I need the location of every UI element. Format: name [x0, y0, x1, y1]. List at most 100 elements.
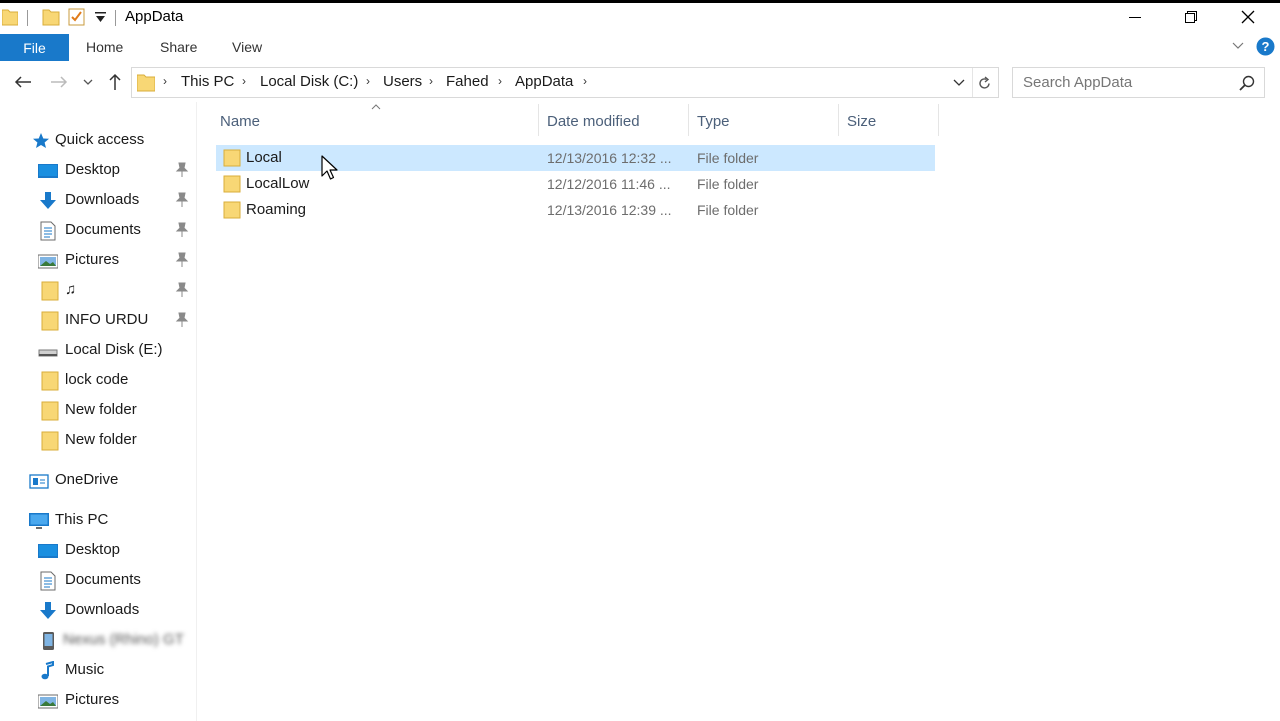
- address-dropdown-icon[interactable]: [953, 79, 965, 87]
- tab-share[interactable]: Share: [160, 39, 197, 55]
- separator: [27, 10, 28, 26]
- sidebar-item-quick-access[interactable]: Quick access: [0, 125, 196, 155]
- sidebar-item-label: Downloads: [65, 601, 140, 618]
- column-header-date-modified[interactable]: Date modified: [547, 113, 640, 130]
- pin-icon[interactable]: [175, 252, 189, 268]
- column-header-size[interactable]: Size: [847, 113, 876, 130]
- customize-toolbar-icon[interactable]: [95, 12, 106, 24]
- breadcrumb-appdata[interactable]: AppData: [515, 73, 573, 90]
- sidebar-item-label: Documents: [65, 221, 141, 238]
- breadcrumb-separator[interactable]: ›: [429, 74, 433, 88]
- folder-icon: [137, 74, 155, 92]
- star-icon: [33, 133, 49, 148]
- file-date-modified: 12/12/2016 11:46 ...: [547, 176, 671, 192]
- file-date-modified: 12/13/2016 12:32 ...: [547, 150, 672, 166]
- documents-icon: [40, 571, 56, 591]
- tab-view[interactable]: View: [232, 39, 262, 55]
- sidebar-item-label: ♫: [65, 281, 77, 298]
- sidebar-item-pc-downloads[interactable]: Downloads: [0, 595, 196, 625]
- help-icon[interactable]: ?: [1256, 37, 1275, 56]
- downloads-icon: [40, 192, 56, 209]
- column-divider[interactable]: [688, 104, 689, 136]
- sidebar-item-pc-documents[interactable]: Documents: [0, 565, 196, 595]
- file-row-roaming[interactable]: Roaming 12/13/2016 12:39 ... File folder: [216, 197, 935, 223]
- sidebar-item-info-urdu[interactable]: INFO URDU: [0, 305, 196, 335]
- file-type: File folder: [697, 150, 759, 166]
- title-bar: [0, 0, 1280, 34]
- window-title: AppData: [125, 8, 184, 25]
- column-header-name[interactable]: Name: [220, 113, 260, 130]
- sidebar-item-pc-desktop[interactable]: Desktop: [0, 535, 196, 565]
- sidebar-item-local-disk-e[interactable]: Local Disk (E:): [0, 335, 196, 365]
- breadcrumb-fahed[interactable]: Fahed: [446, 73, 489, 90]
- sidebar-item-pc-pictures[interactable]: Pictures: [0, 685, 196, 715]
- back-button[interactable]: [12, 71, 34, 93]
- breadcrumb-separator[interactable]: ›: [242, 74, 246, 88]
- music-icon: [41, 661, 54, 680]
- sidebar-item-desktop[interactable]: Desktop: [0, 155, 196, 185]
- refresh-icon[interactable]: [977, 76, 992, 91]
- file-name: Local: [246, 149, 282, 166]
- downloads-icon: [40, 602, 56, 619]
- sidebar-item-phone-device[interactable]: Nexus (Rhino) GT: [0, 625, 196, 655]
- pin-icon[interactable]: [175, 312, 189, 328]
- folder-icon: [41, 371, 59, 391]
- sidebar-item-label: Desktop: [65, 541, 121, 558]
- close-button[interactable]: [1219, 3, 1277, 31]
- pin-icon[interactable]: [175, 282, 189, 298]
- file-name: LocalLow: [246, 175, 310, 192]
- recent-locations-button[interactable]: [80, 71, 96, 93]
- expand-ribbon-icon[interactable]: [1232, 42, 1244, 50]
- breadcrumb-users[interactable]: Users: [383, 73, 422, 90]
- breadcrumb-separator[interactable]: ›: [163, 74, 167, 88]
- tab-home[interactable]: Home: [86, 39, 123, 55]
- onedrive-icon: [29, 474, 49, 489]
- pin-icon[interactable]: [175, 222, 189, 238]
- breadcrumb-separator[interactable]: ›: [366, 74, 370, 88]
- chevron-down-icon: [83, 79, 93, 85]
- sidebar-item-pc-music[interactable]: Music: [0, 655, 196, 685]
- properties-icon[interactable]: [42, 7, 60, 27]
- column-divider[interactable]: [938, 104, 939, 136]
- file-type: File folder: [697, 202, 759, 218]
- column-header-type[interactable]: Type: [697, 113, 730, 130]
- column-divider[interactable]: [838, 104, 839, 136]
- sidebar-item-label: OneDrive: [55, 471, 119, 488]
- sidebar-item-documents[interactable]: Documents: [0, 215, 196, 245]
- sidebar-item-onedrive[interactable]: OneDrive: [0, 465, 196, 495]
- folder-icon: [223, 201, 241, 219]
- new-folder-check-icon[interactable]: [68, 7, 86, 27]
- search-icon[interactable]: [1239, 75, 1255, 91]
- breadcrumb-separator[interactable]: ›: [498, 74, 502, 88]
- breadcrumb-separator[interactable]: ›: [583, 74, 587, 88]
- folder-icon: [41, 311, 59, 331]
- column-divider[interactable]: [538, 104, 539, 136]
- breadcrumb-this-pc[interactable]: This PC: [181, 73, 234, 90]
- sidebar-item-this-pc[interactable]: This PC: [0, 505, 196, 535]
- folder-icon: [41, 281, 59, 301]
- pictures-icon: [38, 694, 58, 709]
- sidebar-item-new-folder[interactable]: New folder: [0, 425, 196, 455]
- sidebar-item-pictures[interactable]: Pictures: [0, 245, 196, 275]
- file-tab[interactable]: File: [0, 34, 69, 61]
- forward-button[interactable]: [48, 71, 70, 93]
- sidebar-item-lock-code[interactable]: lock code: [0, 365, 196, 395]
- separator: [115, 10, 116, 26]
- up-button[interactable]: [104, 71, 126, 93]
- sidebar-item-music-note-folder[interactable]: ♫: [0, 275, 196, 305]
- computer-icon: [29, 513, 49, 529]
- phone-icon: [43, 632, 54, 650]
- sidebar-item-label: Quick access: [55, 131, 145, 148]
- sort-ascending-icon: [371, 104, 381, 110]
- breadcrumb-local-disk-c[interactable]: Local Disk (C:): [260, 73, 358, 90]
- sidebar-item-new-folder[interactable]: New folder: [0, 395, 196, 425]
- pin-icon[interactable]: [175, 162, 189, 178]
- desktop-icon: [38, 544, 58, 558]
- sidebar-item-downloads[interactable]: Downloads: [0, 185, 196, 215]
- file-type: File folder: [697, 176, 759, 192]
- forward-arrow-icon: [51, 76, 68, 88]
- restore-button[interactable]: [1162, 3, 1220, 31]
- folder-icon: [41, 431, 59, 451]
- minimize-button[interactable]: [1106, 3, 1164, 31]
- pin-icon[interactable]: [175, 192, 189, 208]
